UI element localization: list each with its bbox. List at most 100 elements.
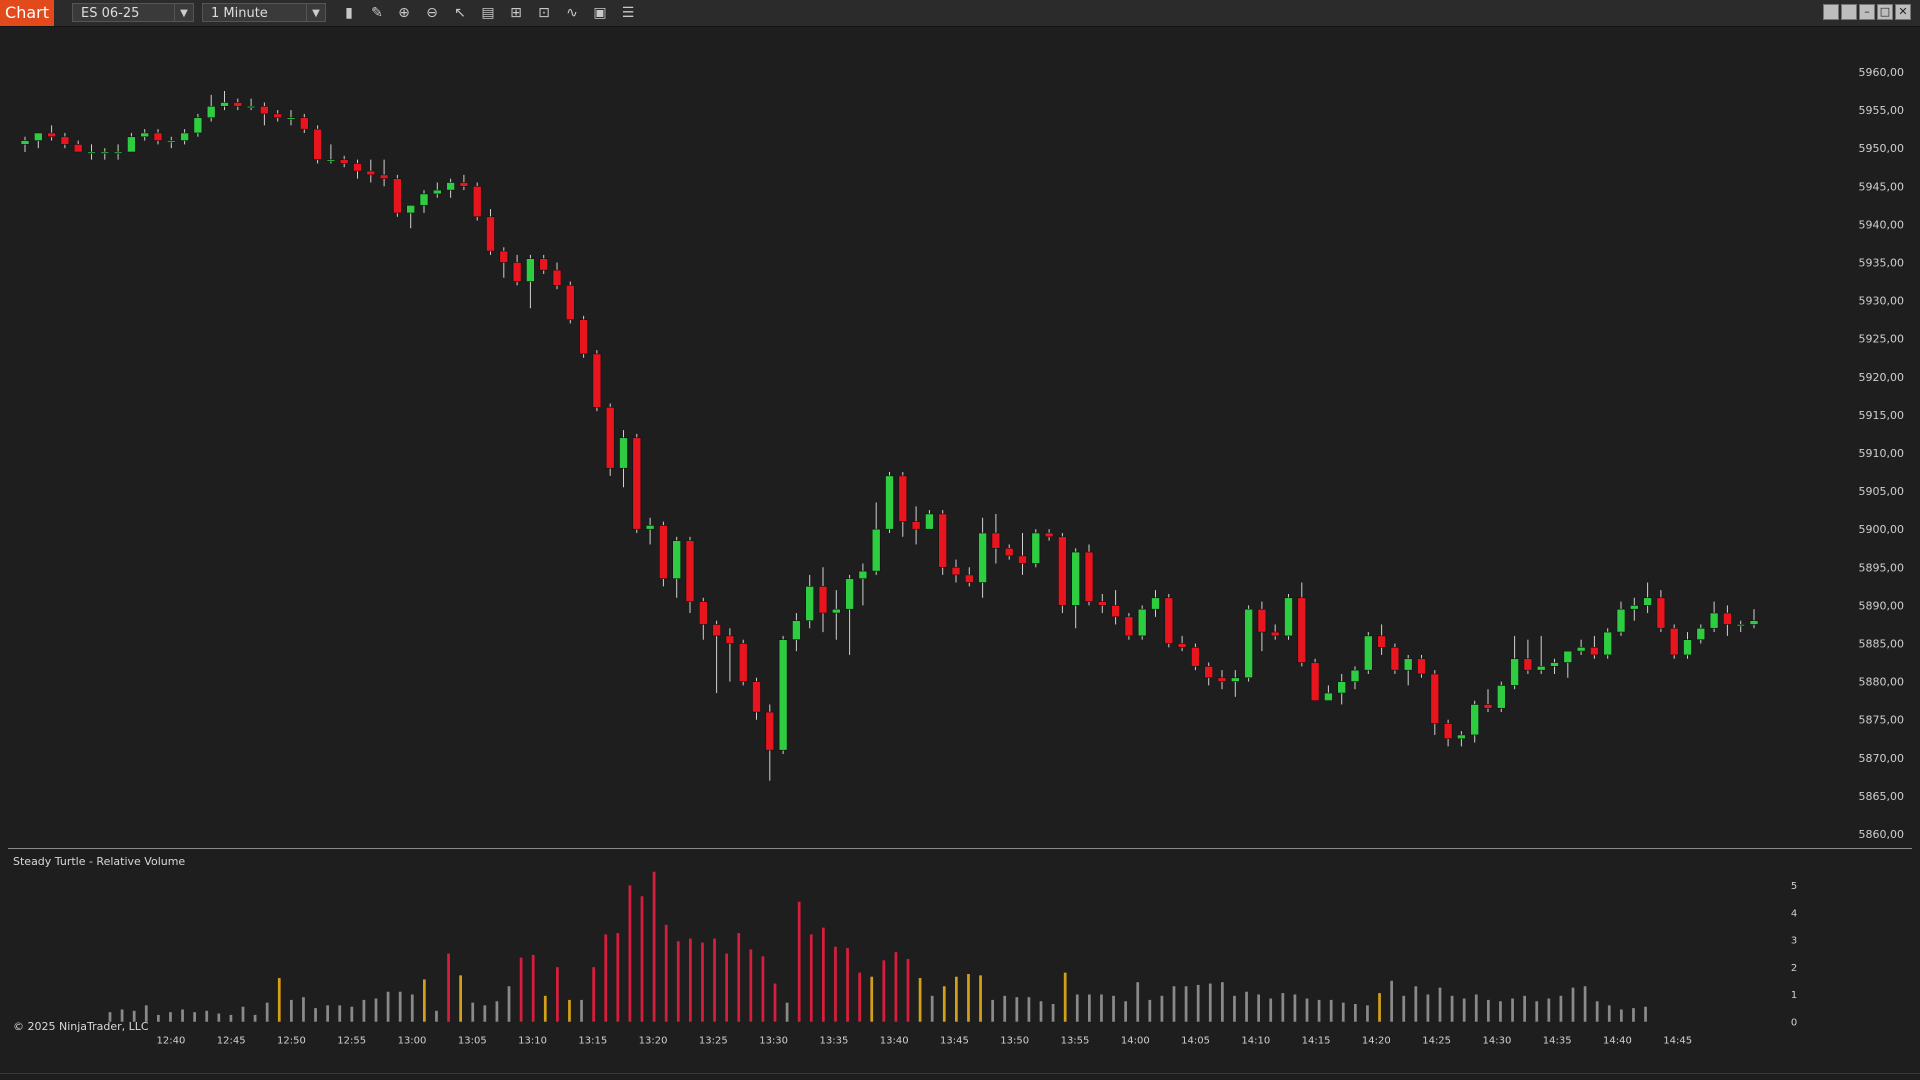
candle[interactable]	[153, 129, 163, 145]
candle[interactable]	[1324, 685, 1333, 701]
candle[interactable]	[539, 254, 549, 274]
volume-bar[interactable]	[205, 1010, 209, 1022]
volume-bar[interactable]	[471, 1002, 475, 1022]
volume-bar[interactable]	[713, 938, 716, 1022]
candle[interactable]	[619, 430, 628, 488]
volume-bar[interactable]	[1329, 999, 1333, 1022]
candle[interactable]	[1018, 533, 1027, 575]
volume-bar[interactable]	[1474, 994, 1478, 1022]
volume-bar[interactable]	[1184, 986, 1188, 1022]
volume-bar[interactable]	[217, 1013, 221, 1022]
candle[interactable]	[246, 98, 256, 111]
volume-bar[interactable]	[169, 1012, 172, 1022]
volume-bar[interactable]	[858, 972, 861, 1022]
volume-bar[interactable]	[894, 952, 898, 1022]
volume-bar[interactable]	[664, 924, 668, 1022]
candle[interactable]	[991, 513, 1001, 564]
candle[interactable]	[725, 628, 735, 682]
candle[interactable]	[752, 677, 761, 720]
candle[interactable]	[1004, 544, 1014, 560]
candle[interactable]	[645, 517, 655, 545]
volume-panel[interactable]: 5 4 3 2 1 0 12:40 12:45 12:50 12:55 13:00 13:05 13:1…	[8, 849, 1912, 1049]
candle[interactable]	[938, 510, 948, 575]
candle[interactable]	[1377, 624, 1386, 655]
restore-icon[interactable]	[1823, 4, 1839, 20]
candle[interactable]	[1603, 628, 1612, 659]
chart-tab[interactable]: Chart	[0, 0, 54, 26]
volume-bar[interactable]	[942, 986, 946, 1022]
volume-bar[interactable]	[241, 1006, 245, 1022]
candle[interactable]	[1337, 673, 1346, 705]
candle[interactable]	[1350, 666, 1360, 690]
volume-bar[interactable]	[749, 949, 753, 1022]
templates-icon[interactable]: ⊞	[507, 4, 525, 22]
candle[interactable]	[712, 620, 721, 694]
candle[interactable]	[1576, 639, 1586, 655]
candle[interactable]	[499, 247, 509, 278]
candle[interactable]	[140, 129, 149, 141]
candle[interactable]	[286, 110, 296, 126]
volume-bar[interactable]	[991, 999, 994, 1022]
candle[interactable]	[1417, 654, 1426, 678]
volume-bar[interactable]	[1257, 994, 1260, 1022]
volume-bar[interactable]	[531, 954, 535, 1022]
volume-bar[interactable]	[652, 871, 656, 1022]
volume-bar[interactable]	[701, 942, 704, 1022]
close-icon[interactable]: ✕	[1895, 4, 1911, 20]
candle[interactable]	[1630, 597, 1639, 621]
volume-bar[interactable]	[1547, 998, 1551, 1022]
volume-bar[interactable]	[761, 956, 765, 1022]
volume-bar[interactable]	[423, 979, 426, 1022]
candle[interactable]	[419, 190, 429, 213]
candle[interactable]	[738, 639, 748, 686]
volume-bar[interactable]	[737, 933, 741, 1022]
volume-bar[interactable]	[930, 995, 934, 1022]
candle[interactable]	[1098, 593, 1107, 614]
candle[interactable]	[60, 132, 70, 149]
volume-bar[interactable]	[809, 934, 813, 1022]
candle[interactable]	[1510, 635, 1519, 690]
candle[interactable]	[685, 536, 695, 614]
volume-bar[interactable]	[350, 1006, 354, 1022]
volume-bar[interactable]	[410, 994, 414, 1022]
candle[interactable]	[1696, 624, 1706, 644]
candle[interactable]	[1257, 601, 1267, 652]
candle[interactable]	[978, 517, 987, 598]
pointer-icon[interactable]: ↖	[451, 4, 469, 22]
candle[interactable]	[512, 254, 522, 286]
candle[interactable]	[193, 113, 203, 137]
candle[interactable]	[1430, 670, 1440, 735]
volume-bar[interactable]	[374, 998, 378, 1022]
volume-bar[interactable]	[1051, 1004, 1055, 1022]
volume-bar[interactable]	[1414, 986, 1418, 1022]
volume-bar[interactable]	[906, 959, 910, 1022]
volume-bar[interactable]	[1269, 998, 1273, 1022]
volume-bar[interactable]	[1499, 1001, 1502, 1022]
candle[interactable]	[1031, 529, 1041, 568]
candle[interactable]	[127, 132, 136, 153]
candle[interactable]	[818, 567, 828, 633]
candle[interactable]	[1536, 635, 1546, 674]
zoom-out-icon[interactable]: ⊖	[423, 4, 441, 22]
volume-bar[interactable]	[302, 997, 305, 1022]
volume-bar[interactable]	[640, 896, 644, 1022]
candle[interactable]	[1284, 593, 1293, 640]
volume-bar[interactable]	[265, 1002, 269, 1022]
candle[interactable]	[1231, 670, 1240, 697]
volume-bar[interactable]	[1354, 1004, 1357, 1022]
candle[interactable]	[858, 563, 868, 606]
candle[interactable]	[1403, 654, 1413, 686]
candle[interactable]	[446, 178, 455, 198]
candle[interactable]	[1669, 624, 1679, 659]
candle[interactable]	[472, 182, 482, 221]
data-box-icon[interactable]: ▣	[591, 4, 609, 22]
volume-bar[interactable]	[229, 1014, 233, 1022]
candle[interactable]	[579, 315, 588, 358]
candle[interactable]	[1483, 689, 1493, 713]
volume-bar[interactable]	[1402, 995, 1406, 1022]
candle[interactable]	[552, 262, 562, 290]
volume-bar[interactable]	[1390, 980, 1393, 1022]
volume-bar[interactable]	[979, 975, 982, 1022]
candle[interactable]	[1550, 658, 1559, 674]
volume-bar[interactable]	[386, 991, 390, 1022]
